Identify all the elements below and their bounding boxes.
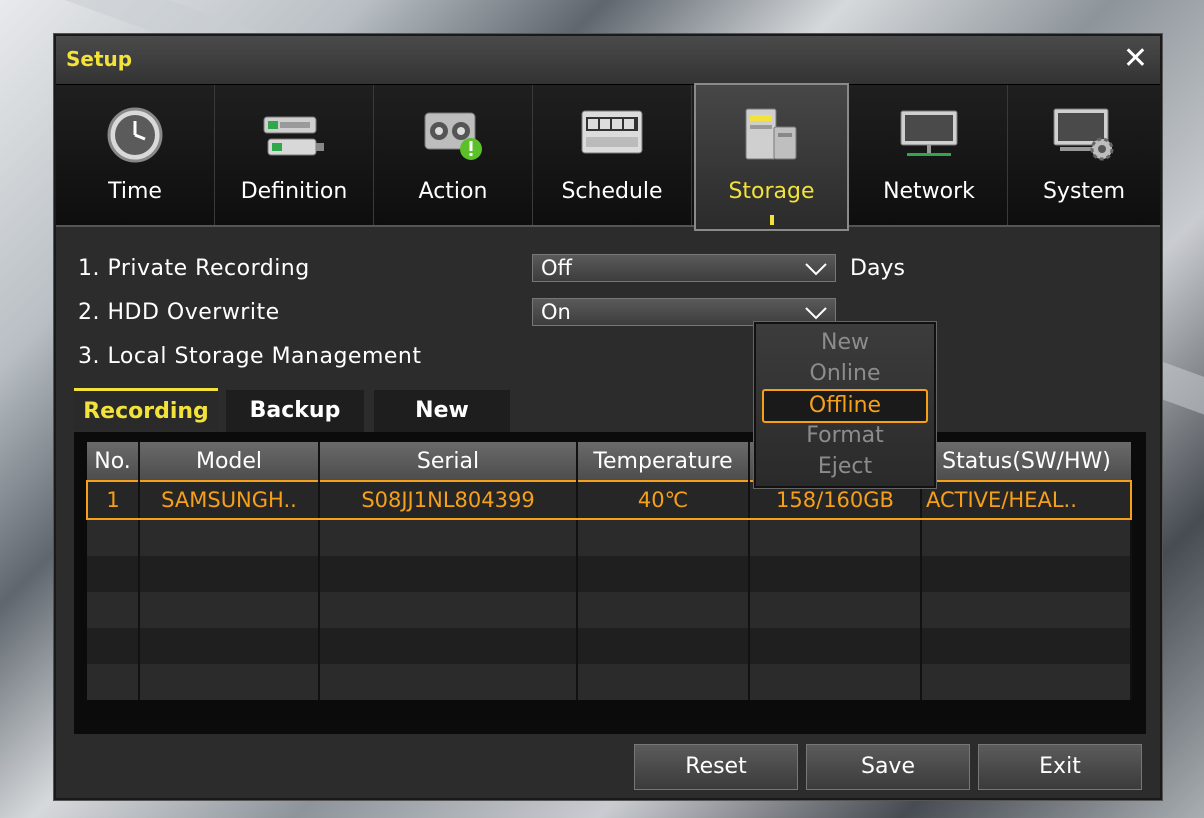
private-recording-select[interactable]: Off	[532, 254, 836, 282]
local-storage-label: 3. Local Storage Management	[78, 344, 422, 369]
tab-action-label: Action	[418, 179, 488, 204]
system-gear-icon	[1053, 108, 1114, 161]
private-recording-value: Off	[541, 256, 572, 280]
cell-status: ACTIVE/HEAL..	[921, 480, 1132, 520]
tab-storage[interactable]: Storage	[694, 83, 849, 231]
cell-model: SAMSUNGH..	[139, 480, 320, 520]
title-bar: Setup ✕	[56, 36, 1160, 84]
save-button[interactable]: Save	[806, 744, 970, 790]
table-row	[87, 628, 1132, 664]
tab-definition-label: Definition	[240, 179, 348, 204]
private-recording-unit: Days	[850, 256, 905, 281]
storage-table-panel: No. Model Serial Temperature Status(SW/H…	[74, 432, 1146, 734]
table-row	[87, 592, 1132, 628]
tab-system[interactable]: System	[1008, 85, 1160, 225]
cell-serial: S08JJ1NL804399	[319, 480, 578, 520]
clock-icon	[107, 107, 163, 163]
window-title: Setup	[66, 47, 133, 71]
alarm-icon	[424, 112, 482, 160]
tab-network-label: Network	[883, 179, 975, 204]
tab-schedule[interactable]: Schedule	[533, 85, 692, 225]
tab-time[interactable]: Time	[56, 85, 215, 225]
tab-definition[interactable]: Definition	[215, 85, 374, 225]
table-row	[87, 556, 1132, 592]
dropdown-option-eject: Eject	[817, 454, 873, 479]
subtab-new[interactable]: New	[374, 390, 510, 432]
active-tab-indicator	[769, 215, 774, 225]
col-no-header: No.	[87, 442, 140, 481]
calendar-icon	[581, 110, 643, 154]
exit-button[interactable]: Exit	[978, 744, 1142, 790]
dropdown-option-new: New	[821, 330, 869, 355]
dropdown-option-offline[interactable]: Offline	[762, 389, 928, 423]
reset-button[interactable]: Reset	[634, 744, 798, 790]
table-row	[87, 519, 1132, 556]
camera-icon	[263, 116, 324, 156]
storage-icon	[745, 108, 796, 160]
tab-network[interactable]: Network	[851, 85, 1008, 225]
disk-action-dropdown: New Online Offline Format Eject	[754, 322, 936, 488]
monitor-icon	[900, 110, 958, 156]
tab-schedule-label: Schedule	[561, 179, 663, 204]
dropdown-option-online: Online	[809, 361, 881, 386]
col-model-header: Model	[139, 442, 320, 481]
subtab-backup[interactable]: Backup	[226, 390, 364, 432]
tab-system-label: System	[1042, 179, 1126, 204]
tab-action[interactable]: Action	[374, 85, 533, 225]
tab-time-label: Time	[108, 179, 162, 204]
table-row[interactable]: 1 SAMSUNGH.. S08JJ1NL804399 40℃ 158/160G…	[86, 480, 1132, 520]
private-recording-label: 1. Private Recording	[78, 256, 310, 281]
hdd-overwrite-value: On	[541, 300, 571, 324]
storage-table: No. Model Serial Temperature Status(SW/H…	[86, 442, 1132, 700]
col-serial-header: Serial	[319, 442, 578, 481]
col-temperature-header: Temperature	[577, 442, 750, 481]
tab-storage-label: Storage	[728, 179, 815, 204]
dropdown-option-format: Format	[806, 423, 884, 448]
subtab-recording[interactable]: Recording	[74, 388, 218, 430]
col-status-header: Status(SW/HW)	[921, 442, 1131, 481]
close-icon[interactable]: ✕	[1123, 42, 1148, 76]
table-row	[87, 664, 1132, 700]
setup-window: Setup ✕ Time Definition Action Schedule …	[54, 34, 1162, 800]
setup-tab-bar: Time Definition Action Schedule Storage …	[56, 83, 1160, 231]
table-header-row: No. Model Serial Temperature Status(SW/H…	[87, 442, 1131, 481]
cell-temperature: 40℃	[577, 480, 750, 520]
hdd-overwrite-label: 2. HDD Overwrite	[78, 300, 280, 325]
chevron-down-icon	[805, 263, 827, 276]
cell-no: 1	[86, 480, 140, 520]
